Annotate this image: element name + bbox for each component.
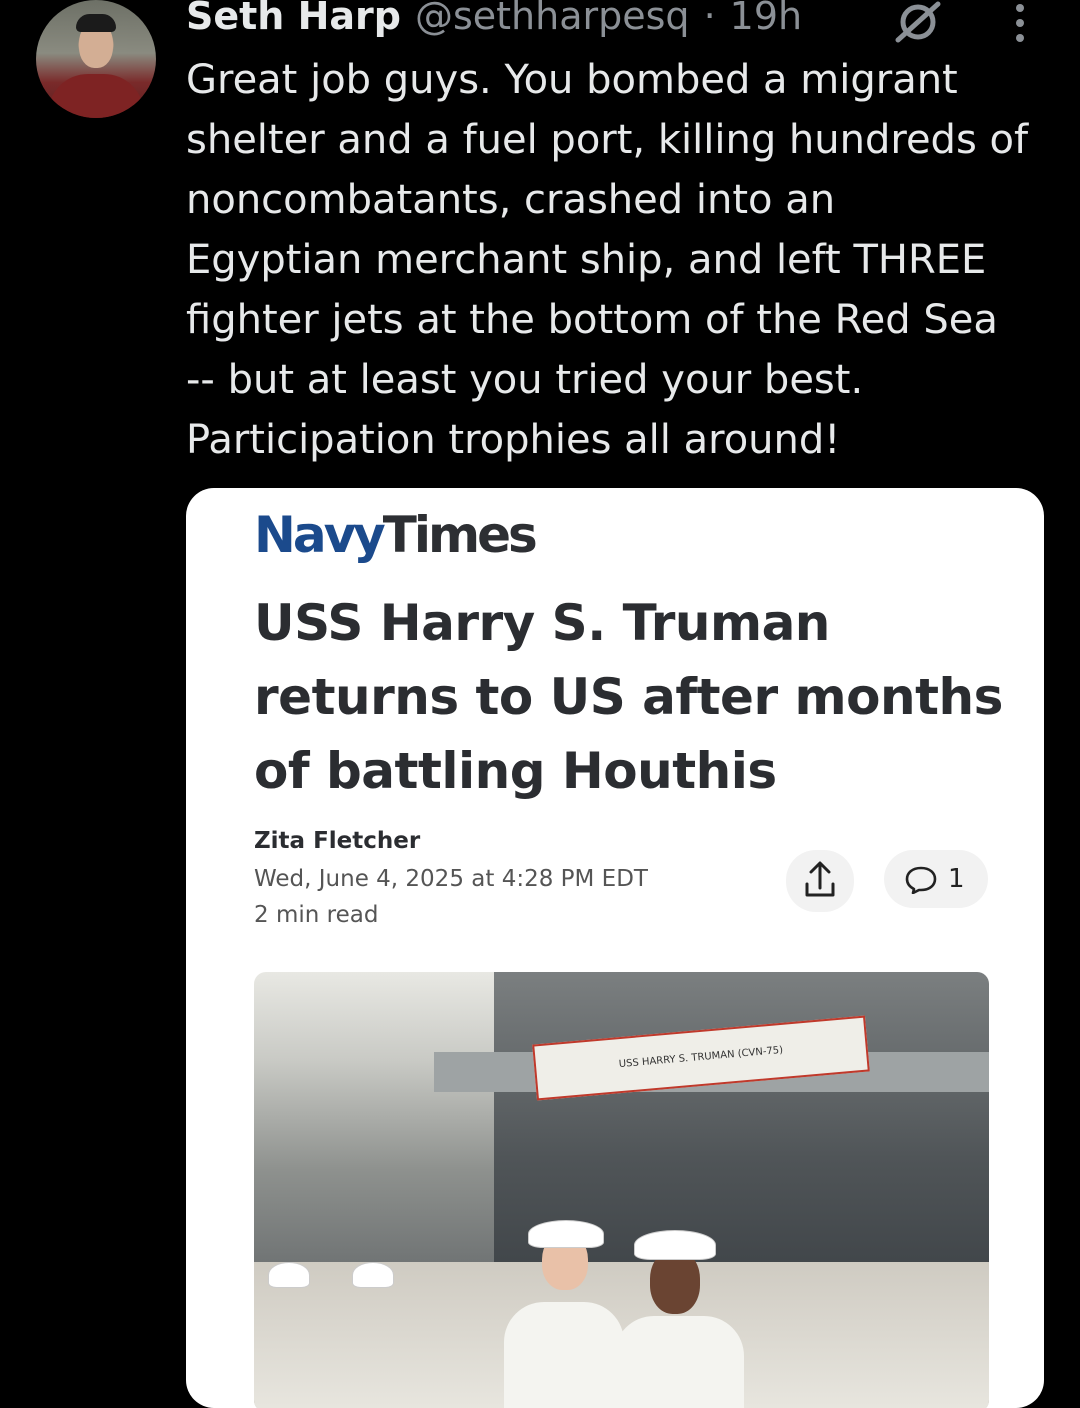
- author-avatar[interactable]: [36, 0, 156, 118]
- avatar-shirt: [48, 74, 144, 118]
- user-handle[interactable]: @sethharpesq: [415, 0, 690, 38]
- article-date: Wed, June 4, 2025 at 4:28 PM EDT: [254, 866, 648, 892]
- separator-dot: ·: [703, 0, 716, 38]
- comment-icon: [905, 866, 937, 894]
- article-author[interactable]: Zita Fletcher: [254, 828, 420, 854]
- article-headline[interactable]: USS Harry S. Truman returns to US after …: [254, 586, 1014, 808]
- sailor-far-left-cap: [268, 1262, 310, 1288]
- comment-count: 1: [948, 864, 965, 894]
- publication-logo: NavyTimes: [254, 506, 538, 564]
- share-button[interactable]: [786, 850, 854, 912]
- grok-icon[interactable]: [892, 0, 944, 44]
- logo-navy: Navy: [254, 506, 386, 564]
- sailor-left-cap: [528, 1220, 604, 1248]
- sailor-left: [504, 1302, 624, 1408]
- tweet-text: Great job guys. You bombed a migrant she…: [186, 57, 1029, 463]
- sailor-right: [614, 1316, 744, 1408]
- more-icon[interactable]: [1010, 4, 1030, 42]
- link-card[interactable]: NavyTimes USS Harry S. Truman returns to…: [186, 488, 1044, 1408]
- tweet-timestamp[interactable]: 19h: [730, 0, 802, 38]
- sailor-right-cap: [634, 1230, 716, 1260]
- share-icon: [805, 861, 835, 897]
- sailor-mid-cap: [352, 1262, 394, 1288]
- logo-times: Times: [382, 506, 538, 564]
- article-photo[interactable]: USS HARRY S. TRUMAN (CVN-75): [254, 972, 989, 1408]
- avatar-hair: [76, 14, 116, 32]
- tweet-header: Seth Harp @sethharpesq · 19h: [186, 0, 802, 46]
- display-name[interactable]: Seth Harp: [186, 0, 401, 38]
- comment-button[interactable]: 1: [884, 850, 988, 908]
- read-time: 2 min read: [254, 902, 379, 928]
